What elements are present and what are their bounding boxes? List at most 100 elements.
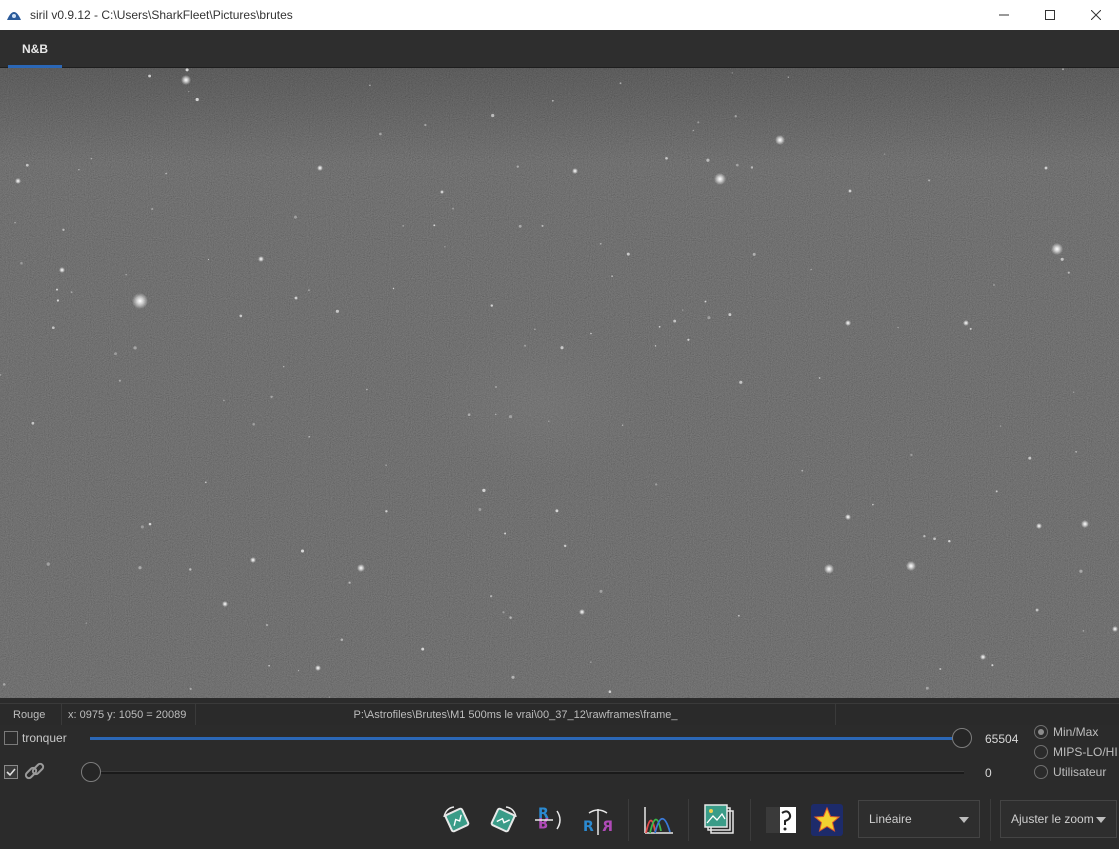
link-checkbox[interactable] bbox=[4, 765, 18, 779]
faint-star bbox=[739, 380, 743, 384]
star bbox=[824, 564, 834, 574]
image-canvas[interactable] bbox=[0, 68, 1119, 698]
faint-star bbox=[969, 327, 972, 330]
low-slider-track[interactable] bbox=[90, 771, 964, 774]
faint-star bbox=[731, 72, 733, 74]
faint-star bbox=[608, 690, 612, 693]
radio-min-max[interactable]: Min/Max bbox=[1034, 725, 1098, 739]
faint-star bbox=[491, 113, 495, 118]
close-icon[interactable] bbox=[1073, 0, 1119, 30]
mirror-x-icon[interactable]: R R bbox=[533, 803, 567, 837]
tronquer-label: tronquer bbox=[22, 731, 67, 745]
channel-tab-bar: N&B bbox=[0, 30, 1119, 68]
faint-star bbox=[619, 82, 622, 85]
low-slider-handle[interactable] bbox=[81, 762, 101, 782]
maximize-icon[interactable] bbox=[1027, 0, 1073, 30]
faint-star bbox=[204, 481, 207, 484]
faint-star bbox=[555, 509, 559, 513]
tab-nb-label: N&B bbox=[22, 42, 48, 56]
faint-star bbox=[195, 97, 199, 102]
faint-star bbox=[658, 325, 661, 328]
link-icon[interactable] bbox=[22, 760, 48, 787]
radio-mips-label: MIPS-LO/HI bbox=[1053, 745, 1118, 759]
faint-star bbox=[239, 314, 243, 318]
faint-star bbox=[385, 510, 388, 513]
bottom-toolbar: R R R R Linéaire Ajuster le zoom bbox=[0, 795, 1119, 849]
faint-star bbox=[750, 166, 754, 169]
star bbox=[181, 75, 191, 85]
faint-star bbox=[151, 207, 154, 211]
star bbox=[963, 320, 969, 326]
star bbox=[315, 665, 321, 671]
faint-star bbox=[478, 508, 482, 511]
radio-user-indicator[interactable] bbox=[1034, 765, 1048, 779]
faint-star bbox=[735, 163, 739, 167]
radio-user[interactable]: Utilisateur bbox=[1034, 765, 1106, 779]
status-pixel-coords: x: 0975 y: 1050 = 20089 bbox=[62, 704, 196, 725]
faint-star bbox=[673, 319, 677, 323]
high-slider-track[interactable] bbox=[90, 737, 962, 740]
star bbox=[1051, 243, 1063, 255]
tronquer-checkbox[interactable] bbox=[4, 731, 18, 745]
faint-star bbox=[518, 224, 522, 228]
faint-star bbox=[402, 225, 405, 227]
rotate-right-icon[interactable] bbox=[486, 803, 520, 837]
status-channel: Rouge bbox=[0, 704, 62, 725]
faint-star bbox=[482, 488, 486, 493]
faint-star bbox=[665, 156, 668, 160]
faint-star bbox=[379, 132, 382, 136]
faint-star bbox=[185, 68, 189, 72]
faint-star bbox=[738, 614, 740, 617]
radio-user-label: Utilisateur bbox=[1053, 765, 1107, 779]
display-mode-dropdown[interactable]: Linéaire bbox=[858, 800, 980, 838]
star bbox=[1081, 520, 1089, 528]
display-mode-value: Linéaire bbox=[869, 812, 912, 826]
image-stack-icon[interactable] bbox=[703, 803, 737, 837]
faint-star bbox=[335, 309, 339, 313]
star bbox=[357, 564, 365, 572]
faint-star bbox=[707, 316, 711, 320]
star bbox=[294, 296, 298, 300]
faint-star bbox=[165, 172, 168, 175]
faint-star bbox=[504, 532, 507, 535]
star-icon[interactable] bbox=[810, 803, 844, 837]
faint-star bbox=[31, 421, 35, 425]
star bbox=[1044, 166, 1048, 170]
faint-star bbox=[140, 525, 144, 529]
mirror-y-icon[interactable]: R R bbox=[581, 803, 615, 837]
high-slider-handle[interactable] bbox=[952, 728, 972, 748]
tab-nb[interactable]: N&B bbox=[8, 30, 62, 68]
faint-star bbox=[70, 291, 73, 293]
zoom-dropdown[interactable]: Ajuster le zoom bbox=[1000, 800, 1117, 838]
high-slider-value: 65504 bbox=[985, 732, 1019, 746]
faint-star bbox=[46, 562, 50, 566]
photometry-icon[interactable] bbox=[764, 803, 798, 837]
faint-star bbox=[369, 84, 371, 86]
histogram-icon[interactable] bbox=[642, 803, 676, 837]
minimize-icon[interactable] bbox=[981, 0, 1027, 30]
toolbar-separator bbox=[688, 799, 689, 841]
faint-star bbox=[734, 115, 737, 118]
svg-text:R: R bbox=[602, 819, 613, 835]
faint-star bbox=[133, 346, 137, 350]
faint-star bbox=[490, 595, 493, 598]
faint-star bbox=[599, 589, 603, 593]
faint-star bbox=[1067, 271, 1070, 274]
faint-star bbox=[20, 261, 23, 265]
faint-star bbox=[1082, 630, 1085, 632]
faint-star bbox=[118, 379, 121, 382]
faint-star bbox=[548, 420, 550, 423]
faint-star bbox=[682, 309, 684, 311]
faint-star bbox=[933, 537, 936, 541]
faint-star bbox=[1062, 68, 1064, 71]
faint-star bbox=[508, 415, 513, 419]
star bbox=[845, 514, 851, 520]
faint-star bbox=[265, 623, 269, 627]
rotate-left-icon[interactable] bbox=[440, 803, 474, 837]
star bbox=[317, 165, 323, 171]
faint-star bbox=[268, 664, 270, 667]
radio-min-max-indicator[interactable] bbox=[1034, 725, 1048, 739]
faint-star bbox=[51, 326, 55, 330]
radio-mips[interactable]: MIPS-LO/HI bbox=[1034, 745, 1118, 759]
radio-mips-indicator[interactable] bbox=[1034, 745, 1048, 759]
